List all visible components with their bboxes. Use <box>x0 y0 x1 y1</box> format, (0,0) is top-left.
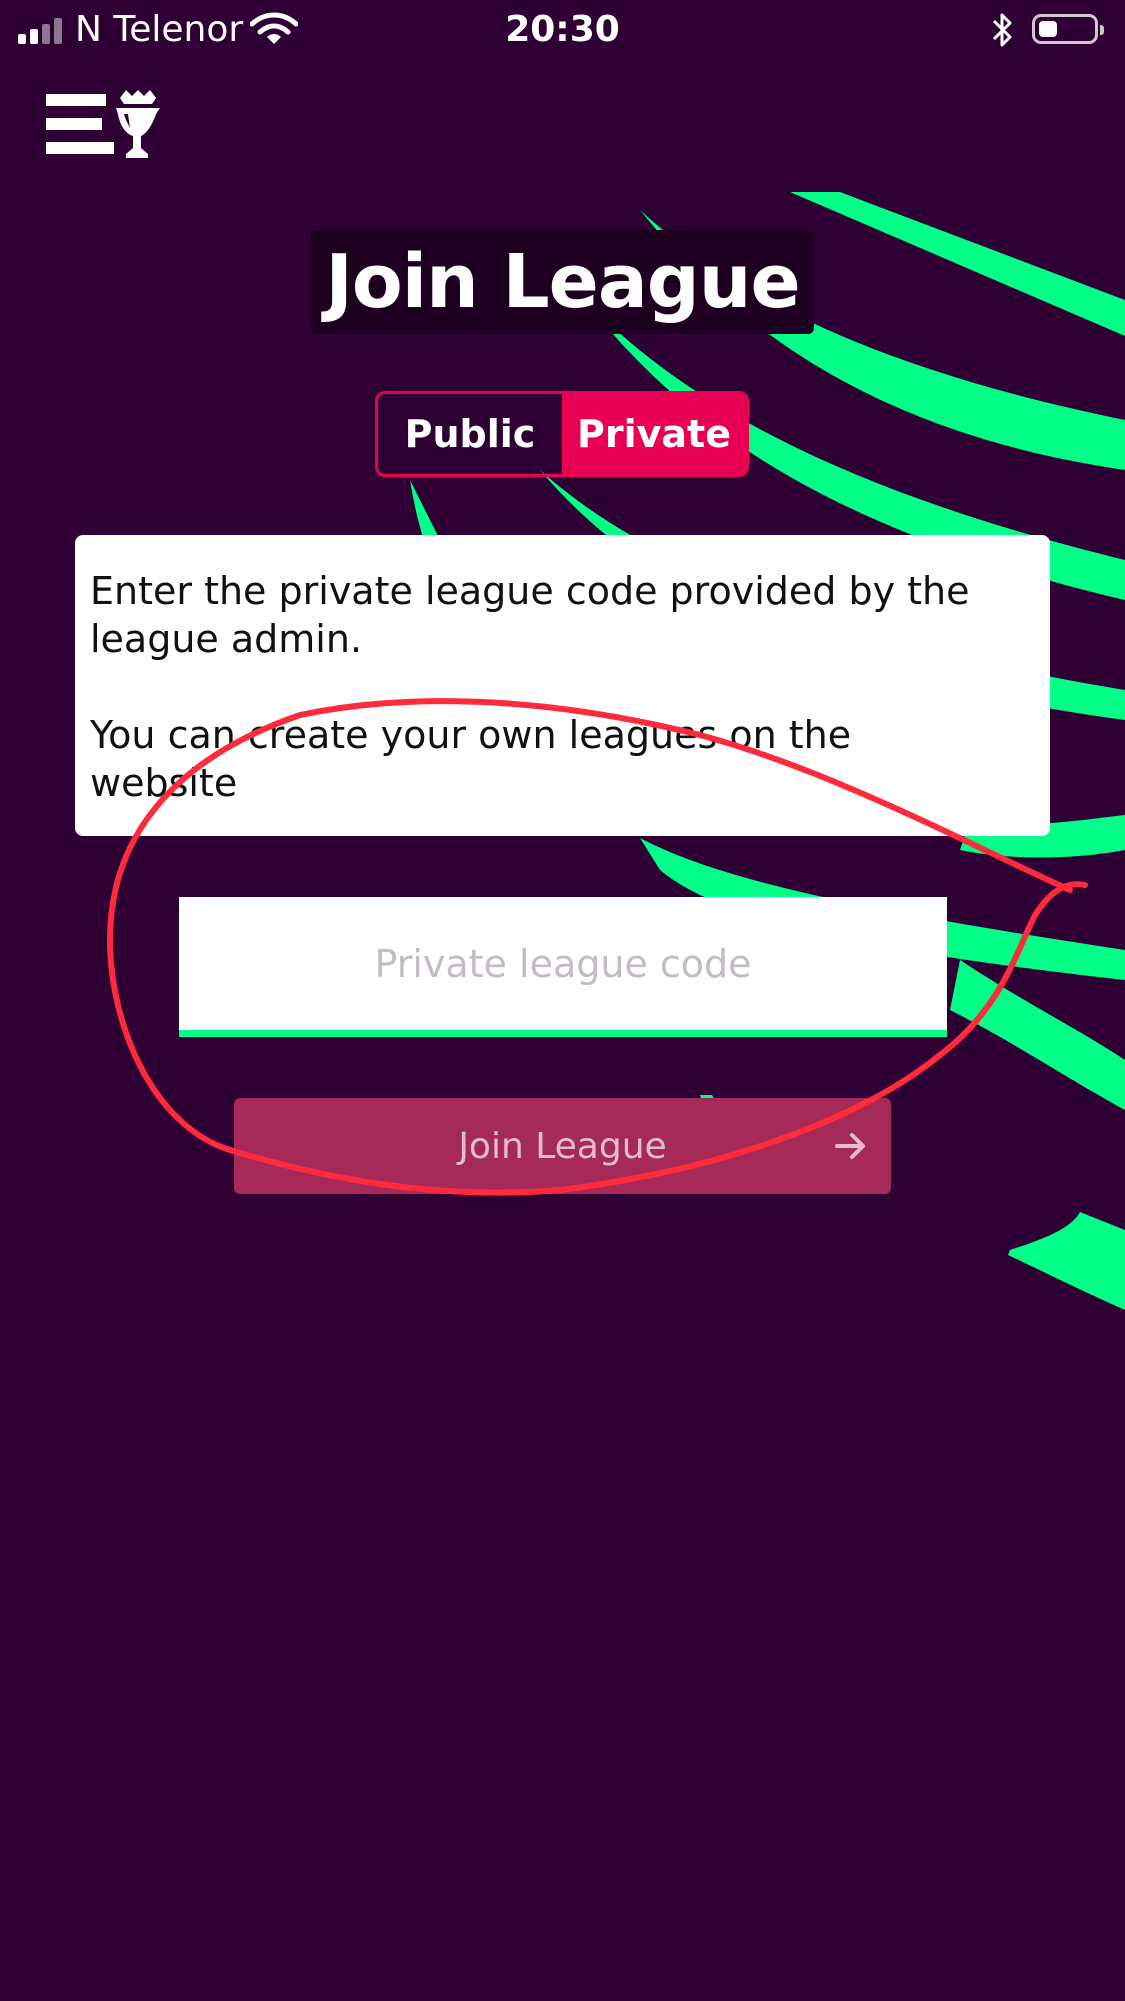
status-bar: N Telenor 20:30 <box>0 0 1125 60</box>
info-text-create-league: You can create your own leagues on the w… <box>90 713 852 805</box>
arrow-right-icon <box>835 1133 865 1159</box>
tab-public[interactable]: Public <box>378 394 562 474</box>
league-code-input[interactable] <box>179 897 947 1030</box>
page-title: Join League <box>311 230 814 334</box>
info-card: Enter the private league code provided b… <box>75 535 1050 836</box>
join-league-button[interactable]: Join League <box>234 1098 891 1194</box>
status-time: 20:30 <box>505 9 620 50</box>
tab-private[interactable]: Private <box>562 394 746 474</box>
league-type-toggle[interactable]: Public Private <box>375 391 749 477</box>
menu-logo-icon[interactable] <box>46 90 160 160</box>
join-league-button-label: Join League <box>458 1125 667 1167</box>
battery-icon <box>1032 14 1104 44</box>
bluetooth-icon <box>992 13 1012 47</box>
info-text-instructions: Enter the private league code provided b… <box>90 569 970 661</box>
league-code-field[interactable] <box>179 897 947 1037</box>
